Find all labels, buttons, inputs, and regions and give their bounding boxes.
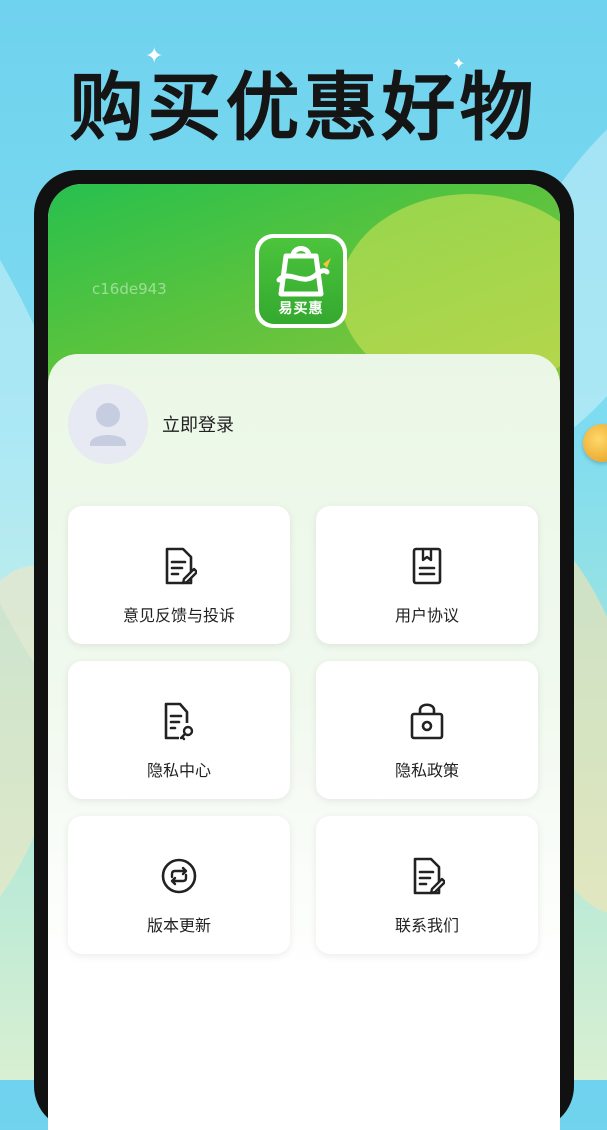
menu-card-version-update[interactable]: 版本更新 [68,816,290,954]
menu-card-user-agreement[interactable]: 用户协议 [316,506,538,644]
agreement-book-icon [412,547,442,585]
shopping-bag-icon [276,246,331,297]
refresh-cycle-icon [161,858,197,894]
menu-card-label: 用户协议 [394,606,459,625]
app-logo: 易买惠 [255,234,347,328]
profile-panel: 立即登录 意见反馈与投诉 用户协议 隐私中心 隐私政策 版本更新 联系我们 [48,354,560,1130]
device-id-label: c16de943 [92,280,167,298]
user-placeholder-icon [90,403,126,446]
app-screen: c16de943 易买惠 立即登录 意见反馈与投诉 用户协议 隐私中心 隐私政策… [48,184,560,1130]
login-link[interactable]: 立即登录 [162,411,234,437]
menu-card-label: 隐私中心 [146,761,211,780]
login-row[interactable]: 立即登录 [68,384,368,464]
promo-headline: 购买优惠好物 [69,65,538,151]
phone-frame: c16de943 易买惠 立即登录 意见反馈与投诉 用户协议 隐私中心 隐私政策… [34,170,574,1130]
app-logo-text: 易买惠 [278,301,324,317]
privacy-key-document-icon [164,702,194,741]
menu-card-privacy-policy[interactable]: 隐私政策 [316,661,538,799]
menu-card-privacy-center[interactable]: 隐私中心 [68,661,290,799]
menu-card-feedback[interactable]: 意见反馈与投诉 [68,506,290,644]
coin-decoration [583,424,607,462]
menu-card-label: 意见反馈与投诉 [122,606,235,625]
menu-card-contact-us[interactable]: 联系我们 [316,816,538,954]
contact-document-icon [413,857,445,895]
menu-card-label: 隐私政策 [394,761,459,780]
privacy-lock-bag-icon [410,703,444,740]
feedback-document-icon [165,547,197,585]
menu-card-label: 联系我们 [394,916,459,935]
menu-card-label: 版本更新 [146,916,211,935]
avatar[interactable] [68,384,148,464]
